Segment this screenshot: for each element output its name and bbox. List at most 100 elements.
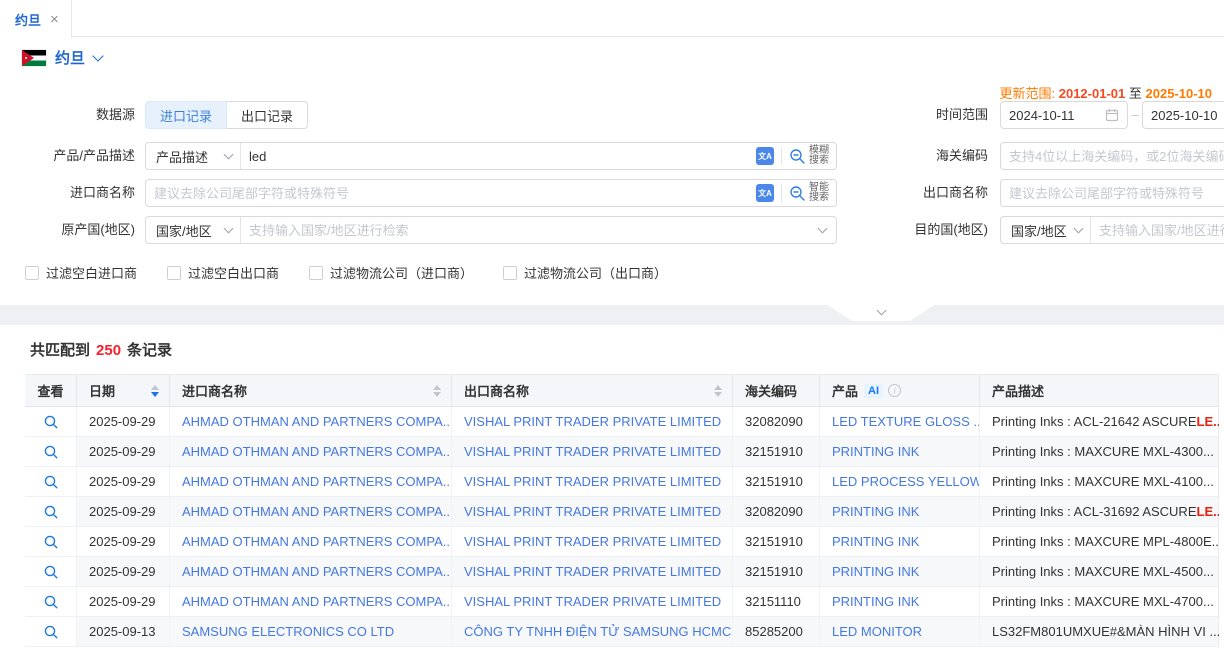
checkbox-icon[interactable]: [503, 266, 517, 280]
calendar-icon: [1105, 108, 1119, 122]
product-link[interactable]: PRINTING INK: [832, 564, 919, 579]
product-search-input[interactable]: [241, 143, 749, 169]
importer-link[interactable]: AHMAD OTHMAN AND PARTNERS COMPA...: [182, 564, 452, 579]
destination-country-input[interactable]: [1091, 217, 1224, 243]
view-record-button[interactable]: [43, 594, 59, 610]
exporter-link[interactable]: CÔNG TY TNHH ĐIỆN TỬ SAMSUNG HCMC...: [464, 624, 733, 639]
view-record-button[interactable]: [43, 474, 59, 490]
view-record-button[interactable]: [43, 534, 59, 550]
product-link[interactable]: PRINTING INK: [832, 444, 919, 459]
chevron-down-icon: [224, 150, 234, 160]
origin-country-input[interactable]: [241, 217, 819, 243]
smart-search-icon: [789, 185, 806, 202]
checkbox-icon[interactable]: [167, 266, 181, 280]
view-record-button[interactable]: [43, 624, 59, 640]
importer-link[interactable]: AHMAD OTHMAN AND PARTNERS COMPA...: [182, 414, 452, 429]
exporter-link[interactable]: VISHAL PRINT TRADER PRIVATE LIMITED: [464, 504, 721, 519]
close-icon[interactable]: ×: [50, 12, 59, 27]
importer-link[interactable]: AHMAD OTHMAN AND PARTNERS COMPA...: [182, 474, 452, 489]
date-from-input[interactable]: [1000, 101, 1128, 129]
divider: [781, 184, 782, 202]
header-importer[interactable]: 进口商名称: [170, 375, 452, 406]
header-date-label: 日期: [89, 381, 115, 400]
magnifier-icon: [43, 474, 59, 490]
product-field-select[interactable]: 产品描述: [146, 143, 241, 169]
sort-icons[interactable]: [151, 385, 159, 397]
header-date[interactable]: 日期: [77, 375, 170, 406]
origin-label: 原产国(地区): [0, 216, 135, 244]
export-records-button[interactable]: 出口记录: [227, 101, 308, 129]
fuzzy-search-icon: [789, 148, 806, 165]
table-row: 2025-09-29 AHMAD OTHMAN AND PARTNERS COM…: [25, 437, 1218, 467]
results-suffix: 条记录: [127, 342, 172, 359]
view-record-button[interactable]: [43, 564, 59, 580]
cell-hs-code: 32151910: [733, 467, 820, 496]
smart-search-button[interactable]: 智能 搜索: [789, 183, 829, 203]
fuzzy-search-button[interactable]: 模糊 搜索: [789, 146, 829, 166]
magnifier-icon: [43, 504, 59, 520]
chevron-down-icon: [1074, 224, 1084, 234]
translate-icon[interactable]: 文A: [756, 147, 774, 165]
exporter-link[interactable]: VISHAL PRINT TRADER PRIVATE LIMITED: [464, 474, 721, 489]
exporter-link[interactable]: VISHAL PRINT TRADER PRIVATE LIMITED: [464, 444, 721, 459]
date-to-value[interactable]: [1151, 102, 1224, 128]
header-description: 产品描述: [980, 375, 1219, 406]
tab-jordan[interactable]: 约旦 ×: [0, 0, 72, 38]
header-exporter[interactable]: 出口商名称: [452, 375, 733, 406]
importer-link[interactable]: AHMAD OTHMAN AND PARTNERS COMPA...: [182, 594, 452, 609]
filter-checkbox[interactable]: 过滤物流公司（出口商）: [503, 263, 667, 282]
date-to-input[interactable]: [1142, 101, 1224, 129]
view-record-button[interactable]: [43, 504, 59, 520]
importer-label: 进口商名称: [0, 179, 135, 207]
exporter-link[interactable]: VISHAL PRINT TRADER PRIVATE LIMITED: [464, 564, 721, 579]
importer-name-input[interactable]: [146, 180, 749, 206]
translate-icon[interactable]: 文A: [756, 184, 774, 202]
importer-link[interactable]: AHMAD OTHMAN AND PARTNERS COMPA...: [182, 444, 452, 459]
product-link[interactable]: LED TEXTURE GLOSS ...: [832, 414, 980, 429]
product-link[interactable]: LED PROCESS YELLOW...: [832, 474, 980, 489]
cell-date: 2025-09-29: [77, 407, 170, 436]
hs-code-box: [1000, 142, 1224, 170]
update-range: 更新范围: 2012-01-01 至 2025-10-10: [999, 83, 1212, 102]
importer-link[interactable]: AHMAD OTHMAN AND PARTNERS COMPA...: [182, 504, 452, 519]
table-row: 2025-09-29 AHMAD OTHMAN AND PARTNERS COM…: [25, 497, 1218, 527]
product-link[interactable]: LED MONITOR: [832, 624, 922, 639]
checkbox-label: 过滤物流公司（出口商）: [524, 263, 667, 282]
filter-checkbox[interactable]: 过滤空白出口商: [167, 263, 279, 282]
filter-checkbox[interactable]: 过滤空白进口商: [25, 263, 137, 282]
update-range-to: 2025-10-10: [1146, 86, 1213, 101]
exporter-search-box: [1000, 179, 1224, 207]
cell-hs-code: 32151910: [733, 527, 820, 556]
trade-data-app: 约旦 × 约旦 更新范围: 2012-01-01 至 2025-10-10 数据…: [0, 0, 1224, 649]
importer-link[interactable]: SAMSUNG ELECTRONICS CO LTD: [182, 624, 394, 639]
view-record-button[interactable]: [43, 444, 59, 460]
exporter-link[interactable]: VISHAL PRINT TRADER PRIVATE LIMITED: [464, 414, 721, 429]
import-records-button[interactable]: 进口记录: [145, 101, 227, 129]
destination-type-select[interactable]: 国家/地区: [1001, 217, 1091, 243]
checkbox-icon[interactable]: [25, 266, 39, 280]
info-icon[interactable]: i: [888, 384, 901, 397]
country-selector[interactable]: 约旦: [22, 47, 102, 68]
sort-icons[interactable]: [433, 385, 441, 397]
records-table: 查看 日期 进口商名称 出口商名称 海关编码 产品 AI i: [25, 374, 1219, 647]
filter-checkbox[interactable]: 过滤物流公司（进口商）: [309, 263, 473, 282]
sort-icons[interactable]: [714, 385, 722, 397]
view-record-button[interactable]: [43, 414, 59, 430]
date-from-value[interactable]: [1009, 102, 1105, 128]
hs-code-input[interactable]: [1001, 143, 1224, 169]
cell-description: Printing Inks : MAXCURE MXL-4300...: [980, 437, 1219, 466]
origin-type-select[interactable]: 国家/地区: [146, 217, 241, 243]
exporter-link[interactable]: VISHAL PRINT TRADER PRIVATE LIMITED: [464, 534, 721, 549]
product-link[interactable]: PRINTING INK: [832, 594, 919, 609]
importer-link[interactable]: AHMAD OTHMAN AND PARTNERS COMPA...: [182, 534, 452, 549]
origin-select-value: 国家/地区: [156, 221, 212, 240]
results-prefix: 共匹配到: [30, 342, 90, 359]
product-link[interactable]: PRINTING INK: [832, 534, 919, 549]
exporter-link[interactable]: VISHAL PRINT TRADER PRIVATE LIMITED: [464, 594, 721, 609]
time-range-label: 时间范围: [868, 101, 988, 129]
checkbox-icon[interactable]: [309, 266, 323, 280]
exporter-name-input[interactable]: [1001, 180, 1224, 206]
table-header: 查看 日期 进口商名称 出口商名称 海关编码 产品 AI i: [25, 374, 1218, 407]
product-link[interactable]: PRINTING INK: [832, 504, 919, 519]
filter-row-2: 产品/产品描述 产品描述 文A 模糊 搜索 海关编码: [0, 142, 1224, 170]
